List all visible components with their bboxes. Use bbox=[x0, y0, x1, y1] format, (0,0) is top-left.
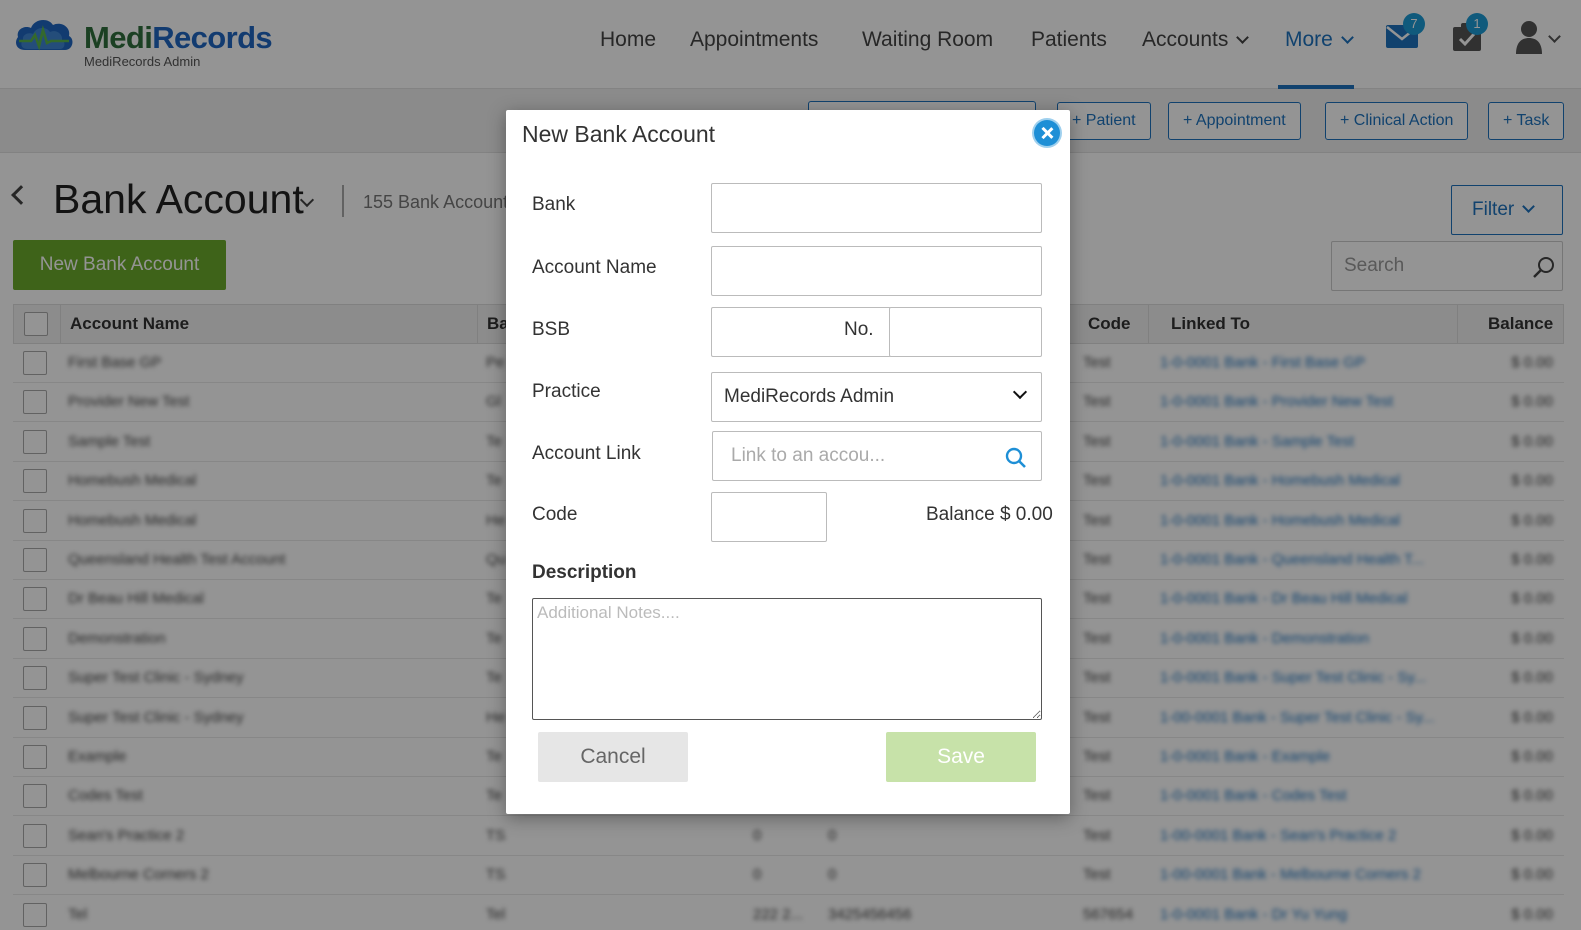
chevron-down-icon bbox=[1012, 384, 1028, 400]
bank-label: Bank bbox=[532, 194, 576, 215]
save-button[interactable]: Save bbox=[886, 732, 1036, 782]
balance-display: Balance $ 0.00 bbox=[926, 504, 1053, 525]
account-number-label: No. bbox=[844, 319, 874, 340]
account-name-field[interactable] bbox=[711, 246, 1042, 296]
code-field[interactable] bbox=[711, 492, 827, 542]
bsb-label: BSB bbox=[532, 319, 571, 340]
code-label: Code bbox=[532, 504, 578, 525]
account-name-label: Account Name bbox=[532, 257, 657, 278]
description-label: Description bbox=[532, 562, 637, 583]
practice-selected-value: MediRecords Admin bbox=[724, 386, 895, 407]
account-link-field[interactable] bbox=[712, 431, 1042, 481]
new-bank-account-dialog: New Bank Account Bank Account Name BSB N… bbox=[506, 110, 1070, 814]
account-number-field[interactable] bbox=[889, 307, 1042, 357]
practice-label: Practice bbox=[532, 381, 601, 402]
practice-select[interactable]: MediRecords Admin bbox=[711, 372, 1042, 422]
search-icon[interactable] bbox=[1005, 447, 1027, 474]
cancel-button[interactable]: Cancel bbox=[538, 732, 688, 782]
account-link-label: Account Link bbox=[532, 443, 641, 464]
description-textarea[interactable] bbox=[532, 598, 1042, 720]
dialog-title: New Bank Account bbox=[522, 121, 716, 147]
bank-field[interactable] bbox=[711, 183, 1042, 233]
close-icon[interactable] bbox=[1034, 120, 1060, 146]
